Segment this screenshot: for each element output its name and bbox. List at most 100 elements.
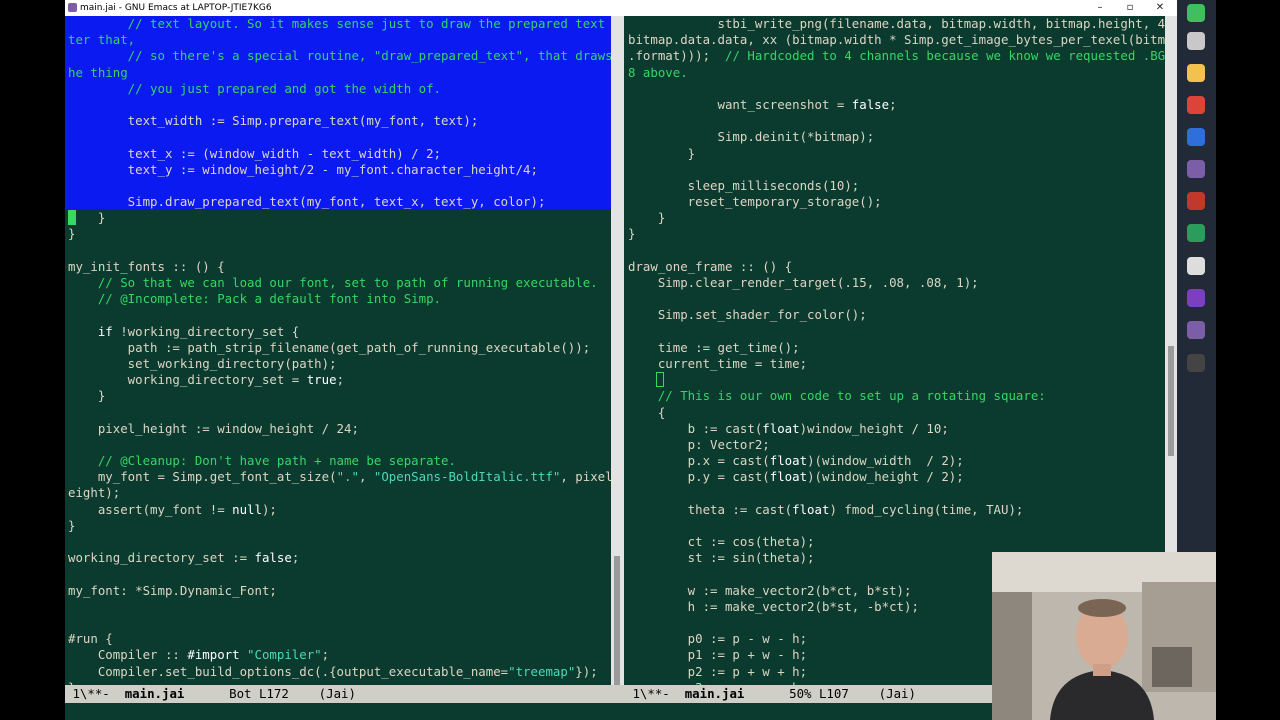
code-line[interactable]: eight); <box>68 485 611 501</box>
left-editor-pane[interactable]: // text layout. So it makes sense just t… <box>65 16 611 685</box>
code-line[interactable]: reset_temporary_storage(); <box>628 194 1165 210</box>
code-line[interactable] <box>68 566 611 582</box>
code-line[interactable] <box>68 437 611 453</box>
visual-studio-icon[interactable] <box>1187 289 1205 307</box>
code-line[interactable]: stbi_write_png(filename.data, bitmap.wid… <box>628 16 1165 32</box>
code-line[interactable]: if !working_directory_set { <box>68 324 611 340</box>
code-line[interactable]: sleep_milliseconds(10); <box>628 178 1165 194</box>
emacs-2-icon[interactable] <box>1187 321 1205 339</box>
obs-icon[interactable] <box>1187 257 1205 275</box>
code-line[interactable]: // This is our own code to set up a rota… <box>628 388 1165 404</box>
code-line[interactable]: text_y := window_height/2 - my_font.char… <box>68 162 611 178</box>
code-line[interactable]: p: Vector2; <box>628 437 1165 453</box>
code-line[interactable]: want_screenshot = false; <box>628 97 1165 113</box>
code-line[interactable] <box>628 291 1165 307</box>
code-line[interactable]: my_font = Simp.get_font_at_size(".", "Op… <box>68 469 611 485</box>
search-icon[interactable] <box>1187 32 1205 50</box>
code-line[interactable]: p.y = cast(float)(window_height / 2); <box>628 469 1165 485</box>
code-line[interactable]: time := get_time(); <box>628 340 1165 356</box>
code-line[interactable] <box>68 178 611 194</box>
code-line[interactable]: assert(my_font != null); <box>68 502 611 518</box>
code-line[interactable]: p.x = cast(float)(window_width / 2); <box>628 453 1165 469</box>
left-code-text[interactable]: // text layout. So it makes sense just t… <box>68 16 611 685</box>
code-line[interactable]: draw_one_frame :: () { <box>628 259 1165 275</box>
code-line[interactable]: pixel_height := window_height / 24; <box>68 421 611 437</box>
code-line[interactable]: } <box>628 210 1165 226</box>
code-line[interactable]: Simp.draw_prepared_text(my_font, text_x,… <box>68 194 611 210</box>
code-line[interactable]: he thing <box>68 65 611 81</box>
record-icon[interactable] <box>1187 192 1205 210</box>
code-line[interactable]: working_directory_set := false; <box>68 550 611 566</box>
code-line[interactable]: 8 above. <box>628 65 1165 81</box>
code-line[interactable] <box>628 372 1165 388</box>
code-line[interactable] <box>628 324 1165 340</box>
code-line[interactable]: Simp.set_shader_for_color(); <box>628 307 1165 323</box>
code-line[interactable]: // so there's a special routine, "draw_p… <box>68 48 611 64</box>
console-icon[interactable] <box>1187 354 1205 372</box>
code-line[interactable]: Compiler :: #import "Compiler"; <box>68 647 611 663</box>
code-line[interactable] <box>68 97 611 113</box>
code-line[interactable]: path := path_strip_filename(get_path_of_… <box>68 340 611 356</box>
code-line[interactable] <box>628 518 1165 534</box>
code-line[interactable]: Simp.deinit(*bitmap); <box>628 129 1165 145</box>
scrollbar-thumb[interactable] <box>1168 346 1174 456</box>
code-line[interactable] <box>68 405 611 421</box>
code-line[interactable]: Compiler.set_build_options_dc(.{output_e… <box>68 664 611 680</box>
code-token: Simp.draw_prepared_text(my_font, text_x,… <box>68 194 546 210</box>
code-line[interactable] <box>628 162 1165 178</box>
code-line[interactable] <box>68 307 611 323</box>
code-line[interactable]: working_directory_set = true; <box>68 372 611 388</box>
code-line[interactable]: my_init_fonts :: () { <box>68 259 611 275</box>
code-line[interactable]: { <box>628 405 1165 421</box>
code-line[interactable]: } <box>628 146 1165 162</box>
code-line[interactable]: // @Incomplete: Pack a default font into… <box>68 291 611 307</box>
code-token: w := make_vector2(b*ct, b*st); <box>628 582 912 598</box>
right-pane-scrollbar[interactable] <box>1165 16 1177 553</box>
code-line[interactable]: ter that, <box>68 32 611 48</box>
code-line[interactable]: #run { <box>68 631 611 647</box>
chrome-icon[interactable] <box>1187 96 1205 114</box>
editor-icon[interactable] <box>1187 128 1205 146</box>
minimize-button[interactable]: – <box>1085 0 1115 16</box>
code-line[interactable] <box>628 113 1165 129</box>
code-line[interactable] <box>628 81 1165 97</box>
code-line[interactable]: // you just prepared and got the width o… <box>68 81 611 97</box>
close-button[interactable]: ✕ <box>1145 0 1175 16</box>
code-line[interactable]: text_width := Simp.prepare_text(my_font,… <box>68 113 611 129</box>
code-line[interactable]: set_working_directory(path); <box>68 356 611 372</box>
code-line[interactable]: // @Cleanup: Don't have path + name be s… <box>68 453 611 469</box>
code-line[interactable]: b := cast(float)window_height / 10; <box>628 421 1165 437</box>
code-line[interactable]: Simp.clear_render_target(.15, .08, .08, … <box>628 275 1165 291</box>
code-line[interactable] <box>68 615 611 631</box>
code-line[interactable]: theta := cast(float) fmod_cycling(time, … <box>628 502 1165 518</box>
emacs-icon[interactable] <box>1187 160 1205 178</box>
code-line[interactable] <box>68 243 611 259</box>
scrollbar-thumb[interactable] <box>614 556 620 686</box>
code-line[interactable]: my_font: *Simp.Dynamic_Font; <box>68 583 611 599</box>
code-line[interactable]: ct := cos(theta); <box>628 534 1165 550</box>
code-line[interactable]: } <box>68 210 611 226</box>
code-line[interactable]: } <box>68 388 611 404</box>
code-line[interactable]: } <box>628 226 1165 242</box>
code-line[interactable]: } <box>68 518 611 534</box>
code-line[interactable]: } <box>68 226 611 242</box>
code-line[interactable]: .format))); // Hardcoded to 4 channels b… <box>628 48 1165 64</box>
code-token: "." <box>336 469 359 485</box>
code-line[interactable]: // text layout. So it makes sense just t… <box>68 16 611 32</box>
code-line[interactable]: text_x := (window_width - text_width) / … <box>68 146 611 162</box>
terminal-green-icon[interactable] <box>1187 224 1205 242</box>
code-line[interactable] <box>68 129 611 145</box>
code-token: p0 := p - w - h; <box>628 631 808 647</box>
restore-button[interactable]: ▫ <box>1115 0 1145 16</box>
left-pane-scrollbar[interactable] <box>611 16 624 686</box>
clover-icon[interactable] <box>1187 4 1205 22</box>
code-line[interactable]: bitmap.data.data, xx (bitmap.width * Sim… <box>628 32 1165 48</box>
code-line[interactable]: // So that we can load our font, set to … <box>68 275 611 291</box>
code-line[interactable] <box>628 243 1165 259</box>
code-line[interactable] <box>628 485 1165 501</box>
code-line[interactable] <box>68 599 611 615</box>
code-line[interactable]: current_time = time; <box>628 356 1165 372</box>
code-line[interactable] <box>68 534 611 550</box>
folder-icon[interactable] <box>1187 64 1205 82</box>
